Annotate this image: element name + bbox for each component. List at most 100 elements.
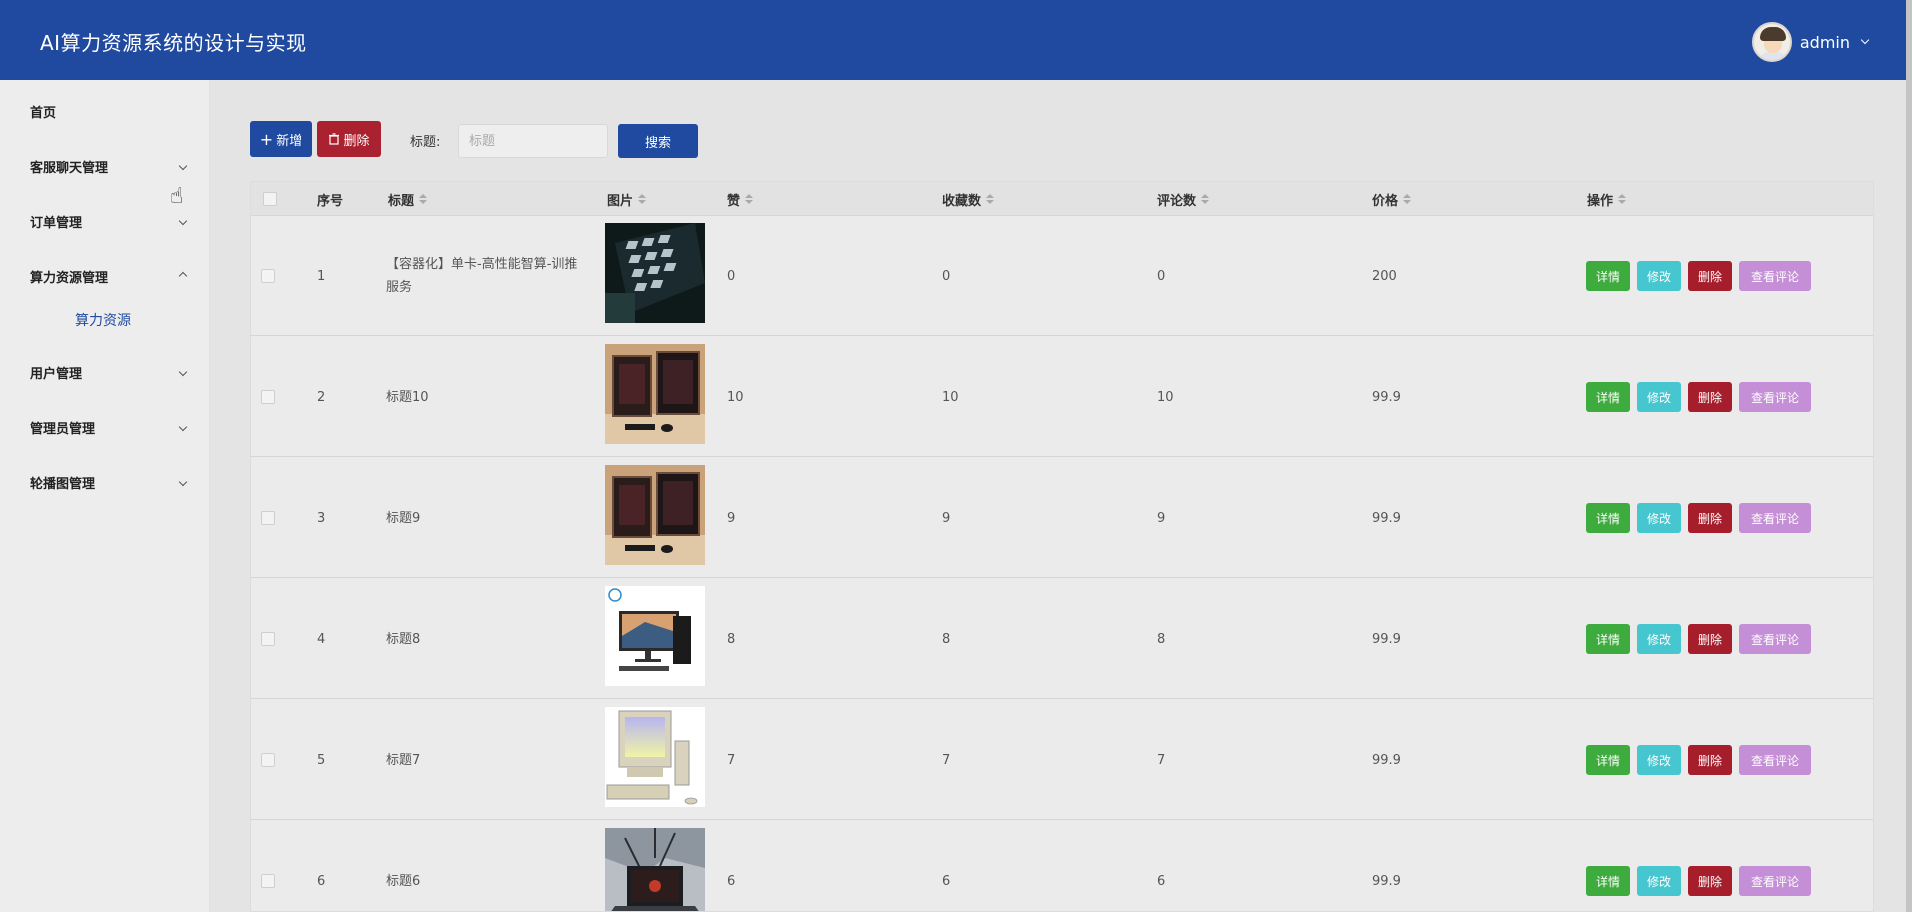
sidebar-item-label: 算力资源管理 (30, 270, 109, 286)
table-row: 2 标题10 10 10 10 99.9 详情 修改 删除 查看评论 (251, 337, 1873, 457)
sidebar-item-chat[interactable]: 客服聊天管理 (0, 146, 210, 186)
chevron-up-icon (178, 271, 188, 281)
row-checkbox[interactable] (261, 269, 275, 283)
edit-button[interactable]: 修改 (1637, 382, 1681, 412)
sidebar-item-label: 订单管理 (30, 215, 83, 231)
header-favorites[interactable]: 收藏数 (942, 182, 995, 216)
row-actions: 详情 修改 删除 查看评论 (1586, 700, 1811, 820)
trash-icon (329, 133, 340, 145)
row-actions: 详情 修改 删除 查看评论 (1586, 216, 1811, 336)
detail-button[interactable]: 详情 (1586, 866, 1630, 896)
cell-index: 1 (317, 268, 326, 284)
cell-favorites: 6 (942, 873, 951, 889)
cell-price: 99.9 (1372, 873, 1401, 889)
product-image (605, 344, 705, 444)
cell-comments: 6 (1157, 873, 1166, 889)
chevron-down-icon (178, 367, 188, 377)
view-comments-button[interactable]: 查看评论 (1739, 261, 1811, 291)
add-button[interactable]: + 新增 (250, 121, 312, 157)
sidebar-subitem-compute[interactable]: 算力资源 (0, 303, 210, 337)
row-delete-button[interactable]: 删除 (1688, 382, 1732, 412)
title-search-input[interactable] (458, 124, 608, 158)
cell-favorites: 8 (942, 631, 951, 647)
sidebar-item-home[interactable]: 首页 (0, 91, 210, 131)
row-delete-button[interactable]: 删除 (1688, 261, 1732, 291)
table-row: 6 标题6 6 6 6 99.9 详情 修改 删除 查看评论 (251, 821, 1873, 911)
detail-button[interactable]: 详情 (1586, 261, 1630, 291)
username[interactable]: admin (1800, 33, 1850, 52)
search-button[interactable]: 搜索 (618, 124, 698, 158)
header-comments[interactable]: 评论数 (1157, 182, 1210, 216)
sidebar-item-label: 算力资源 (75, 313, 131, 329)
chevron-down-icon[interactable] (1860, 35, 1870, 45)
sort-icon (745, 194, 754, 204)
plus-icon: + (259, 129, 274, 149)
sidebar-item-label: 客服聊天管理 (30, 160, 109, 176)
row-checkbox[interactable] (261, 511, 275, 525)
detail-button[interactable]: 详情 (1586, 382, 1630, 412)
cell-title: 标题6 (386, 873, 421, 889)
edit-button[interactable]: 修改 (1637, 745, 1681, 775)
avatar[interactable] (1751, 22, 1792, 62)
select-all-checkbox[interactable] (263, 192, 277, 206)
row-checkbox[interactable] (261, 390, 275, 404)
header-title[interactable]: 标题 (388, 182, 428, 216)
app-title: AI算力资源系统的设计与实现 (40, 31, 307, 55)
chevron-down-icon (178, 422, 188, 432)
view-comments-button[interactable]: 查看评论 (1739, 745, 1811, 775)
cell-index: 6 (317, 873, 326, 889)
header-index: 序号 (317, 193, 344, 209)
top-header: AI算力资源系统的设计与实现 admin (0, 0, 1906, 80)
edit-button[interactable]: 修改 (1637, 866, 1681, 896)
row-delete-button[interactable]: 删除 (1688, 866, 1732, 896)
cell-index: 2 (317, 389, 326, 405)
page-scrollbar[interactable] (1906, 0, 1912, 912)
sidebar-item-label: 用户管理 (30, 366, 83, 382)
table-row: 3 标题9 9 9 9 99.9 详情 修改 删除 查看评论 (251, 458, 1873, 578)
row-actions: 详情 修改 删除 查看评论 (1586, 458, 1811, 578)
header-price[interactable]: 价格 (1372, 182, 1412, 216)
view-comments-button[interactable]: 查看评论 (1739, 624, 1811, 654)
sidebar-item-compute-mgmt[interactable]: 算力资源管理 (0, 256, 210, 296)
cell-likes: 8 (727, 631, 736, 647)
edit-button[interactable]: 修改 (1637, 261, 1681, 291)
header-likes[interactable]: 赞 (727, 182, 754, 216)
cell-favorites: 9 (942, 510, 951, 526)
header-actions[interactable]: 操作 (1587, 182, 1627, 216)
sidebar-item-carousel[interactable]: 轮播图管理 (0, 462, 210, 502)
detail-button[interactable]: 详情 (1586, 503, 1630, 533)
row-delete-button[interactable]: 删除 (1688, 745, 1732, 775)
cell-likes: 6 (727, 873, 736, 889)
view-comments-button[interactable]: 查看评论 (1739, 503, 1811, 533)
cell-title: 标题7 (386, 752, 421, 768)
view-comments-button[interactable]: 查看评论 (1739, 382, 1811, 412)
view-comments-button[interactable]: 查看评论 (1739, 866, 1811, 896)
cell-comments: 10 (1157, 389, 1174, 405)
row-actions: 详情 修改 删除 查看评论 (1586, 821, 1811, 911)
edit-button[interactable]: 修改 (1637, 503, 1681, 533)
detail-button[interactable]: 详情 (1586, 624, 1630, 654)
table-header: 序号 标题 图片 赞 收藏数 评论数 价格 操作 (251, 182, 1873, 216)
row-delete-button[interactable]: 删除 (1688, 624, 1732, 654)
cell-price: 99.9 (1372, 389, 1401, 405)
chevron-down-icon (178, 477, 188, 487)
cell-title: 标题10 (386, 389, 429, 405)
delete-button[interactable]: 删除 (317, 121, 381, 157)
edit-button[interactable]: 修改 (1637, 624, 1681, 654)
header-image[interactable]: 图片 (607, 182, 647, 216)
product-image (605, 707, 705, 807)
row-checkbox[interactable] (261, 632, 275, 646)
user-menu[interactable]: admin (1751, 22, 1870, 62)
sort-icon (638, 194, 647, 204)
row-checkbox[interactable] (261, 874, 275, 888)
table-row: 4 标题8 8 8 8 99.9 详情 修改 删除 查看评论 (251, 579, 1873, 699)
row-delete-button[interactable]: 删除 (1688, 503, 1732, 533)
cell-comments: 9 (1157, 510, 1166, 526)
row-checkbox[interactable] (261, 753, 275, 767)
cell-comments: 0 (1157, 268, 1166, 284)
cell-price: 99.9 (1372, 631, 1401, 647)
cell-comments: 8 (1157, 631, 1166, 647)
sidebar-item-users[interactable]: 用户管理 (0, 352, 210, 392)
detail-button[interactable]: 详情 (1586, 745, 1630, 775)
sidebar-item-admins[interactable]: 管理员管理 (0, 407, 210, 447)
